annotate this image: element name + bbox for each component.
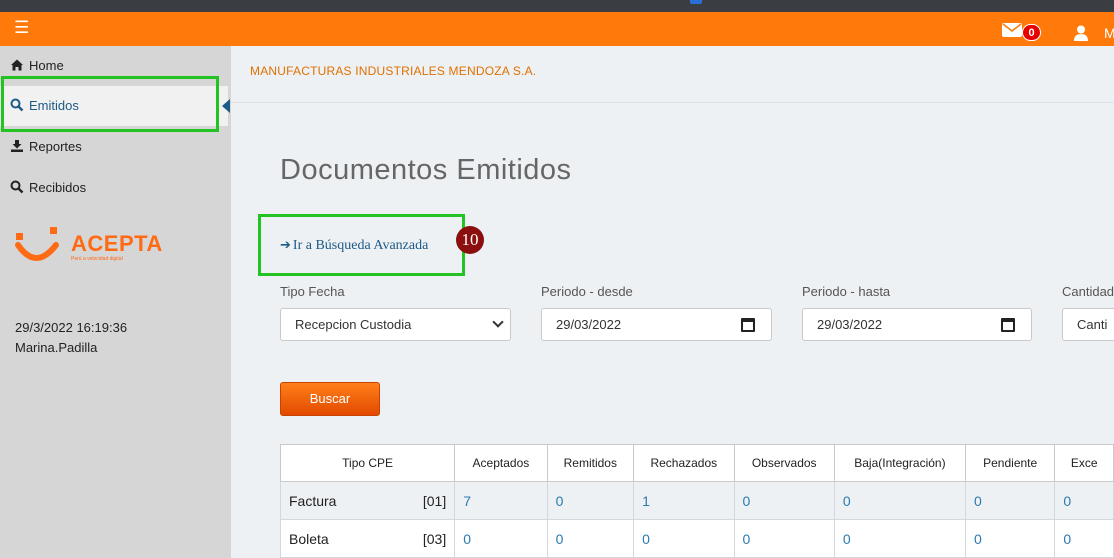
table-row: Boleta [03] 0 0 0 0 0 0 0 [279, 519, 1114, 558]
highlight-box-emitidos [1, 76, 219, 132]
mail-icon[interactable] [1002, 23, 1022, 37]
row-tipo-label: Factura [289, 492, 337, 509]
row-tipo-code: [03] [422, 530, 447, 547]
company-name: MANUFACTURAS INDUSTRIALES MENDOZA S.A. [250, 64, 537, 78]
download-icon [11, 140, 23, 152]
mail-count-badge: 0 [1022, 24, 1041, 41]
count-link-remitidos[interactable]: 0 [546, 519, 635, 558]
search-icon [10, 180, 24, 194]
periodo-hasta-label: Periodo - hasta [802, 284, 891, 299]
sidebar-item-label: Recibidos [29, 180, 87, 195]
count-link-rechazados[interactable]: 0 [633, 519, 735, 558]
logo-smile-icon [15, 227, 59, 261]
cantidad-value: Canti [1077, 317, 1108, 332]
count-link-aceptados[interactable]: 0 [454, 519, 548, 558]
col-header-observados: Observados [733, 444, 835, 482]
col-header-rechazados: Rechazados [633, 444, 735, 482]
col-header-aceptados: Aceptados [454, 444, 548, 482]
count-link-observados[interactable]: 0 [733, 519, 835, 558]
logo-tagline: Perú a velocidad digital [71, 256, 123, 262]
user-name[interactable]: M [1104, 25, 1114, 41]
header-divider [231, 102, 1114, 103]
periodo-desde-label: Periodo - desde [541, 284, 633, 299]
search-button[interactable]: Buscar [280, 382, 380, 416]
row-tipo-cell: Boleta [03] [279, 519, 456, 558]
sidebar-item-recibidos[interactable]: Recibidos [0, 168, 231, 208]
count-link-observados[interactable]: 0 [733, 481, 835, 520]
hamburger-icon[interactable]: ☰ [14, 20, 29, 37]
col-header-remitidos: Remitidos [546, 444, 635, 482]
count-link-baja[interactable]: 0 [833, 481, 966, 520]
calendar-icon[interactable] [741, 318, 755, 332]
row-tipo-label: Boleta [289, 530, 329, 547]
tipo-fecha-label: Tipo Fecha [280, 284, 345, 299]
main-content: MANUFACTURAS INDUSTRIALES MENDOZA S.A. D… [231, 46, 1114, 558]
table-header-row: Tipo CPE Aceptados Remitidos Rechazados … [279, 444, 1114, 482]
table-row: Factura [01] 7 0 1 0 0 0 0 [279, 481, 1114, 520]
os-indicator [690, 0, 702, 4]
step-badge-10: 10 [456, 226, 484, 254]
highlight-box-advanced-search [258, 214, 465, 276]
chevron-down-icon [492, 316, 504, 328]
row-tipo-cell: Factura [01] [279, 481, 456, 520]
periodo-desde-input[interactable]: 29/03/2022 [541, 308, 772, 341]
count-link-aceptados[interactable]: 7 [454, 481, 548, 520]
count-link-excepcion[interactable]: 0 [1054, 519, 1114, 558]
count-link-excepcion[interactable]: 0 [1054, 481, 1114, 520]
col-header-baja-integracion: Baja(Integración) [833, 444, 966, 482]
row-tipo-code: [01] [422, 492, 447, 509]
sidebar-item-label: Reportes [29, 139, 82, 154]
os-title-bar [0, 0, 1114, 12]
periodo-hasta-input[interactable]: 29/03/2022 [802, 308, 1032, 341]
count-link-remitidos[interactable]: 0 [546, 481, 635, 520]
sidebar-item-reportes[interactable]: Reportes [0, 127, 231, 167]
active-indicator-caret [222, 99, 230, 113]
acepta-logo: ACEPTA Perú a velocidad digital [14, 227, 164, 271]
summary-table: Tipo CPE Aceptados Remitidos Rechazados … [279, 444, 1114, 558]
tipo-fecha-select[interactable]: Recepcion Custodia [280, 308, 511, 341]
session-user: Marina.Padilla [15, 340, 98, 355]
sidebar-item-label: Home [29, 58, 64, 73]
user-icon[interactable] [1073, 25, 1089, 41]
cantidad-label: Cantidad [1062, 284, 1114, 299]
logo-text: ACEPTA [71, 231, 163, 256]
count-link-pendiente[interactable]: 0 [964, 519, 1056, 558]
count-link-pendiente[interactable]: 0 [964, 481, 1056, 520]
periodo-hasta-value: 29/03/2022 [817, 317, 883, 332]
count-link-rechazados[interactable]: 1 [633, 481, 735, 520]
tipo-fecha-value: Recepcion Custodia [295, 317, 412, 332]
periodo-desde-value: 29/03/2022 [556, 317, 622, 332]
col-header-excepcion: Exce [1054, 444, 1114, 482]
calendar-icon[interactable] [1001, 318, 1015, 332]
session-datetime: 29/3/2022 16:19:36 [15, 320, 128, 335]
count-link-baja[interactable]: 0 [833, 519, 966, 558]
cantidad-select[interactable]: Canti [1062, 308, 1114, 341]
page-title: Documentos Emitidos [280, 154, 572, 186]
home-icon [11, 59, 23, 71]
col-header-pendiente: Pendiente [964, 444, 1056, 482]
col-header-tipo-cpe: Tipo CPE [279, 444, 456, 482]
top-navbar: ☰ 0 M [0, 12, 1114, 46]
